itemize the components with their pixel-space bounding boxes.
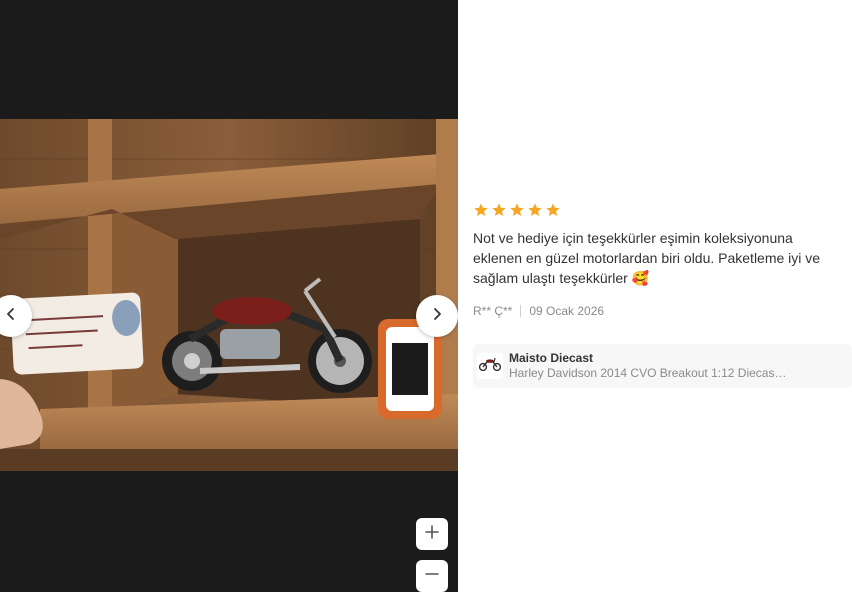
motorcycle-icon <box>478 357 502 376</box>
star-icon <box>546 203 560 216</box>
review-date: 09 Ocak 2026 <box>529 304 605 318</box>
chevron-left-icon <box>4 307 18 326</box>
star-rating <box>473 200 845 220</box>
zoom-out-button[interactable] <box>416 560 448 592</box>
product-card[interactable]: Maisto Diecast Harley Davidson 2014 CVO … <box>473 344 852 388</box>
product-name: Harley Davidson 2014 CVO Breakout 1:12 D… <box>509 366 789 380</box>
review-panel: Not ve hediye için teşekkürler eşimin ko… <box>473 200 845 318</box>
review-text: Not ve hediye için teşekkürler eşimin ko… <box>473 230 821 286</box>
star-icon <box>510 203 524 216</box>
zoom-in-button[interactable] <box>416 518 448 550</box>
image-viewer <box>0 0 458 592</box>
star-icon <box>474 203 488 216</box>
review-photo <box>0 119 458 471</box>
next-image-button[interactable] <box>416 295 458 337</box>
product-thumbnail <box>477 353 503 379</box>
product-info: Maisto Diecast Harley Davidson 2014 CVO … <box>509 351 789 381</box>
review-author: R** Ç** <box>473 304 513 318</box>
minus-icon <box>425 567 439 586</box>
product-brand: Maisto Diecast <box>509 351 594 365</box>
meta-divider <box>520 305 522 317</box>
plus-icon <box>425 524 439 544</box>
review-meta: R** Ç** 09 Ocak 2026 <box>473 304 845 318</box>
star-icon <box>492 203 506 216</box>
chevron-right-icon <box>430 307 444 326</box>
star-icon <box>528 203 542 216</box>
